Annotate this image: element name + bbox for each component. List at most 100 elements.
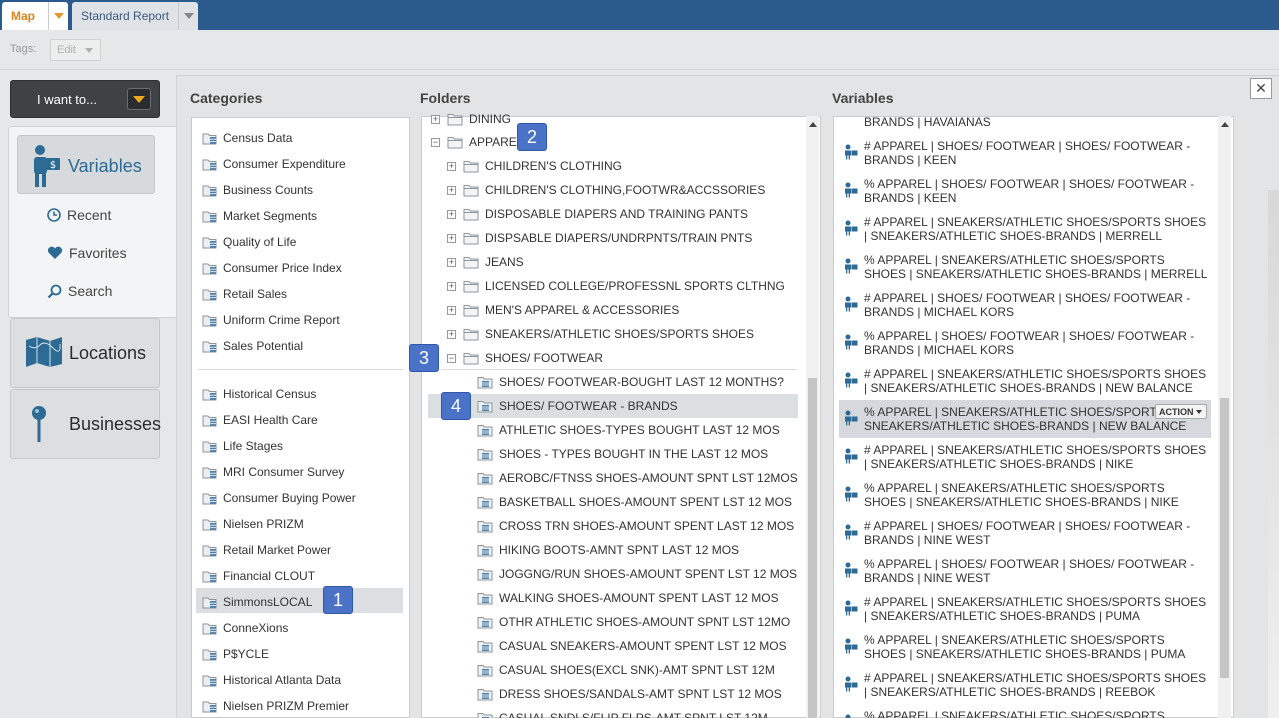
folder-item[interactable]: + MEN'S APPAREL & ACCESSORIES <box>447 301 679 319</box>
folder-item[interactable]: HIKING BOOTS-AMNT SPNT LAST 12 MOS <box>477 541 739 559</box>
category-item[interactable]: Market Segments <box>202 206 317 226</box>
variable-item[interactable]: % APPAREL | SNEAKERS/ATHLETIC SHOES/SPOR… <box>844 709 1209 718</box>
folder-item[interactable]: BASKETBALL SHOES-AMOUNT SPENT LST 12 MOS <box>477 493 792 511</box>
expand-icon[interactable]: + <box>431 114 440 124</box>
folder-item[interactable]: ATHLETIC SHOES-TYPES BOUGHT LAST 12 MOS <box>477 421 780 439</box>
category-item[interactable]: Retail Market Power <box>202 540 331 560</box>
category-item[interactable]: Historical Atlanta Data <box>202 670 341 690</box>
category-item[interactable]: Consumer Buying Power <box>202 488 356 508</box>
variables-scrollbar[interactable] <box>1218 116 1231 718</box>
variable-item[interactable]: % APPAREL | SHOES/ FOOTWEAR | SHOES/ FOO… <box>844 177 1209 205</box>
expand-icon[interactable]: + <box>447 209 456 219</box>
category-item[interactable]: Sales Potential <box>202 336 303 356</box>
folder-icon <box>463 305 479 317</box>
collapse-icon[interactable]: − <box>431 137 440 147</box>
category-item[interactable]: ConneXions <box>202 618 288 638</box>
nav-locations[interactable]: Locations <box>10 318 160 388</box>
edit-tags-button[interactable]: Edit <box>50 39 101 61</box>
folder-item[interactable]: + SNEAKERS/ATHLETIC SHOES/SPORTS SHOES <box>447 325 754 343</box>
nav-search[interactable]: Search <box>47 283 112 299</box>
folder-item[interactable]: + CHILDREN'S CLOTHING <box>447 157 622 175</box>
close-button[interactable]: ✕ <box>1250 78 1272 99</box>
folder-item[interactable]: CASUAL SNDLS/FLIP FLPS-AMT SPNT LST 12M <box>477 709 768 718</box>
category-item[interactable]: P$YCLE <box>202 644 269 664</box>
folder-item[interactable]: CASUAL SNEAKERS-AMOUNT SPENT LST 12 MOS <box>477 637 787 655</box>
variable-item[interactable]: # APPAREL | SNEAKERS/ATHLETIC SHOES/SPOR… <box>844 367 1209 395</box>
variable-item[interactable]: # APPAREL | SHOES/ FOOTWEAR | SHOES/ FOO… <box>844 139 1209 167</box>
folders-scrollbar[interactable] <box>806 116 819 718</box>
category-item[interactable]: Quality of Life <box>202 232 296 252</box>
variable-item[interactable]: % APPAREL | SNEAKERS/ATHLETIC SHOES/SPOR… <box>844 481 1209 509</box>
folder-item[interactable]: SHOES/ FOOTWEAR - BRANDS <box>477 397 678 415</box>
collapse-icon[interactable]: − <box>447 353 456 363</box>
category-item[interactable]: Census Data <box>202 128 292 148</box>
category-item[interactable]: Consumer Expenditure <box>202 154 346 174</box>
variable-item[interactable]: % APPAREL | SNEAKERS/ATHLETIC SHOES/SPOR… <box>844 633 1209 661</box>
nav-variables[interactable]: $ Variables <box>17 135 155 194</box>
variable-item[interactable]: # APPAREL | SNEAKERS/ATHLETIC SHOES/SPOR… <box>844 671 1209 699</box>
variables-scroll-thumb[interactable] <box>1220 398 1229 678</box>
category-item[interactable]: Historical Census <box>202 384 316 404</box>
tab-map-dropdown[interactable] <box>48 2 68 30</box>
folder-item-shoes-footwear[interactable]: − SHOES/ FOOTWEAR <box>447 349 603 367</box>
category-item[interactable]: Financial CLOUT <box>202 566 315 586</box>
category-item[interactable]: Consumer Price Index <box>202 258 342 278</box>
nav-businesses[interactable]: Businesses <box>10 389 161 459</box>
variable-item[interactable]: # APPAREL | SNEAKERS/ATHLETIC SHOES/SPOR… <box>844 215 1209 243</box>
folder-item[interactable]: + JEANS <box>447 253 524 271</box>
category-item[interactable]: SimmonsLOCAL <box>202 592 312 612</box>
tab-map[interactable]: Map <box>2 2 68 30</box>
folder-item[interactable]: + CHILDREN'S CLOTHING,FOOTWR&ACCSSORIES <box>447 181 765 199</box>
category-item[interactable]: Business Counts <box>202 180 313 200</box>
category-item[interactable]: Nielsen PRIZM <box>202 514 304 534</box>
scroll-up-icon[interactable] <box>809 122 817 127</box>
folder-item[interactable]: SHOES/ FOOTWEAR-BOUGHT LAST 12 MONTHS? <box>477 373 784 391</box>
variable-item[interactable]: % APPAREL | SHOES/ FOOTWEAR | SHOES/ FOO… <box>844 329 1209 357</box>
folder-item[interactable]: CROSS TRN SHOES-AMOUNT SPENT LAST 12 MOS <box>477 517 794 535</box>
expand-icon[interactable]: + <box>447 233 456 243</box>
variable-item[interactable]: % APPAREL | SNEAKERS/ATHLETIC SHOES/SPOR… <box>844 253 1209 281</box>
variable-person-icon <box>845 372 858 388</box>
i-want-to-toggle[interactable] <box>127 88 151 110</box>
category-item[interactable]: MRI Consumer Survey <box>202 462 344 482</box>
tab-report-dropdown[interactable] <box>178 2 198 30</box>
folder-icon <box>463 329 479 341</box>
chevron-down-icon <box>1196 410 1202 414</box>
folder-item-dining[interactable]: + DINING <box>431 110 511 128</box>
folder-item[interactable]: + LICENSED COLLEGE/PROFESSNL SPORTS CLTHN… <box>447 277 785 295</box>
folder-item[interactable]: AEROBC/FTNSS SHOES-AMOUNT SPNT LST 12MOS <box>477 469 798 487</box>
folder-item[interactable]: + DISPOSABLE DIAPERS AND TRAINING PANTS <box>447 205 748 223</box>
folder-item[interactable]: DRESS SHOES/SANDALS-AMT SPNT LST 12 MOS <box>477 685 782 703</box>
variable-item[interactable]: # APPAREL | SNEAKERS/ATHLETIC SHOES/SPOR… <box>844 443 1209 471</box>
category-item[interactable]: Nielsen PRIZM Premier <box>202 696 349 716</box>
nav-recent[interactable]: Recent <box>47 207 111 223</box>
expand-icon[interactable]: + <box>447 185 456 195</box>
variable-item[interactable]: # APPAREL | SNEAKERS/ATHLETIC SHOES/SPOR… <box>844 595 1209 623</box>
variable-item[interactable]: BRANDS | HAVAIANAS <box>864 115 1229 129</box>
variable-item[interactable]: # APPAREL | SHOES/ FOOTWEAR | SHOES/ FOO… <box>844 291 1209 319</box>
expand-icon[interactable]: + <box>447 257 456 267</box>
i-want-to-dropdown[interactable]: I want to... <box>10 80 160 118</box>
expand-icon[interactable]: + <box>447 329 456 339</box>
folder-item[interactable]: OTHR ATHLETIC SHOES-AMOUNT SPNT LST 12MO <box>477 613 790 631</box>
category-item[interactable]: Retail Sales <box>202 284 287 304</box>
folder-item[interactable]: CASUAL SHOES(EXCL SNK)-AMT SPNT LST 12M <box>477 661 775 679</box>
action-button[interactable]: ACTION <box>1155 404 1207 419</box>
variable-item[interactable]: % APPAREL | SHOES/ FOOTWEAR | SHOES/ FOO… <box>844 557 1209 585</box>
expand-icon[interactable]: + <box>447 305 456 315</box>
nav-favorites[interactable]: Favorites <box>47 245 127 261</box>
folder-item-apparel[interactable]: − APPAREL <box>431 133 523 151</box>
folder-item[interactable]: WALKING SHOES-AMOUNT SPENT LAST 12 MOS <box>477 589 779 607</box>
expand-icon[interactable]: + <box>447 281 456 291</box>
category-item[interactable]: Life Stages <box>202 436 283 456</box>
tab-standard-report[interactable]: Standard Report <box>72 2 198 30</box>
expand-icon[interactable]: + <box>447 161 456 171</box>
folder-item[interactable]: + DISPSABLE DIAPERS/UNDRPNTS/TRAIN PNTS <box>447 229 752 247</box>
variable-item[interactable]: # APPAREL | SHOES/ FOOTWEAR | SHOES/ FOO… <box>844 519 1209 547</box>
scroll-up-icon[interactable] <box>1221 122 1229 127</box>
category-item[interactable]: EASI Health Care <box>202 410 318 430</box>
folder-item[interactable]: SHOES - TYPES BOUGHT IN THE LAST 12 MOS <box>477 445 768 463</box>
folder-item[interactable]: JOGGNG/RUN SHOES-AMOUNT SPENT LST 12 MOS <box>477 565 797 583</box>
folders-scroll-thumb[interactable] <box>808 378 817 718</box>
category-item[interactable]: Uniform Crime Report <box>202 310 340 330</box>
